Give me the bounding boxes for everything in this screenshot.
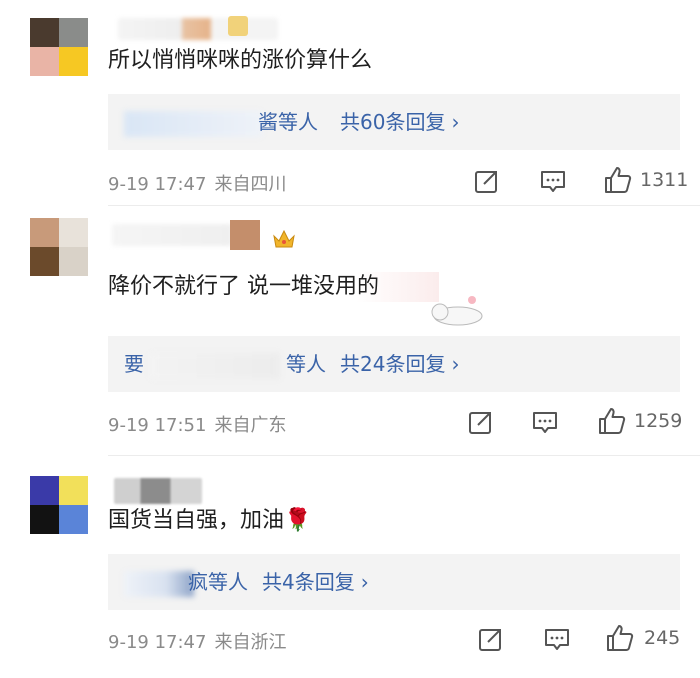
comment-time: 9-19 17:47 (108, 174, 207, 195)
comment-icon[interactable] (538, 166, 568, 196)
like-count: 245 (644, 627, 681, 649)
comment-location: 来自浙江 (214, 632, 287, 653)
reply-summary[interactable]: 酱等人 共60条回复 › (108, 94, 680, 150)
comment-item: 降价不就行了 说一堆没用的 要 等人 共24条回复 › 9-19 17:51 来自广… (0, 206, 700, 456)
crown-icon (273, 229, 295, 248)
share-icon[interactable] (466, 407, 496, 437)
badge-icon (228, 16, 248, 36)
reply-count[interactable]: 共4条回复 (262, 570, 355, 594)
chevron-right-icon: › (360, 570, 369, 594)
comment-icon[interactable] (530, 407, 560, 437)
like-icon[interactable] (602, 164, 634, 196)
like-icon[interactable] (604, 622, 636, 654)
reply-users-blurred (124, 110, 262, 137)
avatar[interactable] (30, 476, 88, 534)
comment-time: 9-19 17:51 (108, 415, 207, 436)
comment-location: 来自四川 (214, 174, 287, 195)
cat-sticker-icon (431, 296, 483, 326)
reply-count[interactable]: 共24条回复 (340, 352, 445, 376)
reply-users-blurred (150, 352, 281, 379)
comment-item: 所以悄悄咪咪的涨价算什么 酱等人 共60条回复 › 9-19 17:47 来自四川 … (0, 0, 700, 206)
like-icon[interactable] (596, 405, 628, 437)
reply-users-prefix[interactable]: 要 (124, 352, 144, 376)
comment-text: 降价不就行了 说一堆没用的 (108, 272, 439, 302)
like-count: 1311 (640, 169, 689, 191)
chevron-right-icon: › (451, 110, 460, 134)
reply-count[interactable]: 共60条回复 (340, 110, 445, 134)
reply-users-suffix[interactable]: 等人 (286, 336, 326, 392)
comment-location: 来自广东 (214, 415, 287, 436)
share-icon[interactable] (476, 624, 506, 654)
reply-users-suffix[interactable]: 酱等人 (258, 94, 318, 150)
reply-count-link[interactable]: 共4条回复 › (262, 554, 369, 610)
comment-meta: 9-19 17:51 来自广东 (108, 411, 294, 437)
comment-text: 国货当自强，加油🌹 (108, 508, 312, 533)
reply-users-blurred (124, 570, 194, 597)
username-blurred[interactable] (114, 478, 202, 504)
reply-summary[interactable]: 要 等人 共24条回复 › (108, 336, 680, 392)
reply-summary[interactable]: 疯等人 共4条回复 › (108, 554, 680, 610)
comment-text: 所以悄悄咪咪的涨价算什么 (108, 48, 373, 73)
comment-meta: 9-19 17:47 来自浙江 (108, 628, 294, 654)
like-count: 1259 (634, 410, 683, 432)
comment-time: 9-19 17:47 (108, 632, 207, 653)
username-blurred[interactable] (112, 224, 232, 246)
comment-icon[interactable] (542, 624, 572, 654)
reply-users-suffix[interactable]: 疯等人 (188, 554, 248, 610)
username-blurred[interactable] (118, 18, 278, 40)
avatar[interactable] (30, 218, 88, 276)
avatar[interactable] (30, 18, 88, 76)
comment-meta: 9-19 17:47 来自四川 (108, 170, 294, 196)
reply-count-link[interactable]: 共24条回复 › (340, 336, 459, 392)
reply-count-link[interactable]: 共60条回复 › (340, 94, 459, 150)
avatar-badge (230, 220, 260, 250)
share-icon[interactable] (472, 166, 502, 196)
comment-item: 国货当自强，加油🌹 疯等人 共4条回复 › 9-19 17:47 来自浙江 245 (0, 456, 700, 678)
chevron-right-icon: › (451, 352, 460, 376)
